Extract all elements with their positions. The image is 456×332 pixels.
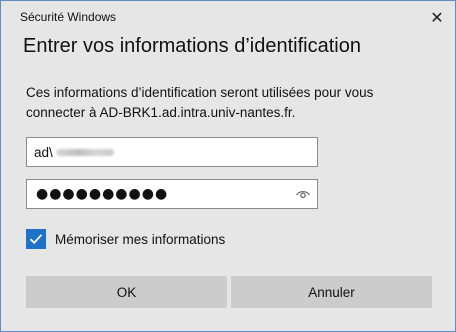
username-value: ad\ — [34, 145, 114, 160]
remember-row[interactable]: Mémoriser mes informations — [26, 228, 225, 250]
checkmark-icon — [29, 234, 43, 245]
cancel-button[interactable]: Annuler — [231, 276, 432, 308]
dialog-heading: Entrer vos informations d’identification — [23, 35, 361, 57]
remember-label[interactable]: Mémoriser mes informations — [55, 232, 225, 247]
window-title: Sécurité Windows — [20, 10, 117, 24]
close-button[interactable]: ✕ — [419, 1, 455, 35]
password-field[interactable]: ●●●●●●●●●● — [26, 179, 318, 209]
ok-button[interactable]: OK — [26, 276, 227, 308]
username-prefix: ad\ — [34, 144, 53, 160]
username-field[interactable]: ad\ — [26, 137, 318, 167]
username-obscured-text — [55, 149, 114, 157]
dialog-description: Ces informations d’identification seront… — [26, 85, 374, 120]
eye-icon[interactable] — [295, 187, 311, 201]
remember-checkbox[interactable] — [26, 229, 46, 249]
credentials-dialog: Sécurité Windows ✕ Entrer vos informatio… — [0, 0, 456, 332]
close-icon: ✕ — [430, 10, 444, 27]
password-mask: ●●●●●●●●●● — [36, 186, 169, 202]
